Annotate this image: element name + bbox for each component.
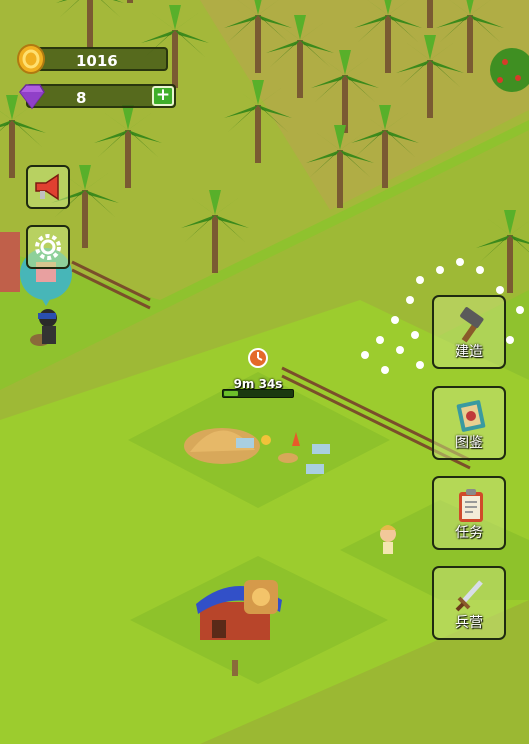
add-gems-button[interactable]: + — [152, 86, 174, 106]
quests-button[interactable]: 任务 — [432, 476, 506, 550]
clipboard-icon — [459, 489, 483, 522]
settings-button[interactable] — [26, 225, 70, 269]
timer-clock-icon — [248, 348, 268, 368]
plus-icon: + — [155, 85, 171, 105]
gear-icon — [35, 234, 61, 260]
build-button[interactable]: 建造 — [432, 295, 506, 369]
gold-coin-icon — [17, 44, 45, 74]
book-icon — [456, 400, 486, 432]
announcement-button[interactable] — [26, 165, 70, 209]
coin-counter: 1016 — [26, 47, 168, 71]
catalog-label: 图鉴 — [455, 435, 483, 451]
gem-count: 8 — [76, 89, 87, 107]
construction-progress-fill — [224, 391, 238, 396]
catalog-button[interactable]: 图鉴 — [432, 386, 506, 460]
barracks-button[interactable]: 兵营 — [432, 566, 506, 640]
barracks-label: 兵营 — [455, 615, 483, 631]
sword-icon — [455, 580, 483, 612]
build-label: 建造 — [455, 344, 483, 360]
hammer-icon — [460, 307, 484, 343]
megaphone-icon — [35, 173, 59, 201]
coin-count: 1016 — [76, 52, 118, 70]
construction-progress-bar — [222, 389, 294, 398]
quests-label: 任务 — [455, 525, 483, 541]
purple-gem-icon — [19, 84, 45, 110]
